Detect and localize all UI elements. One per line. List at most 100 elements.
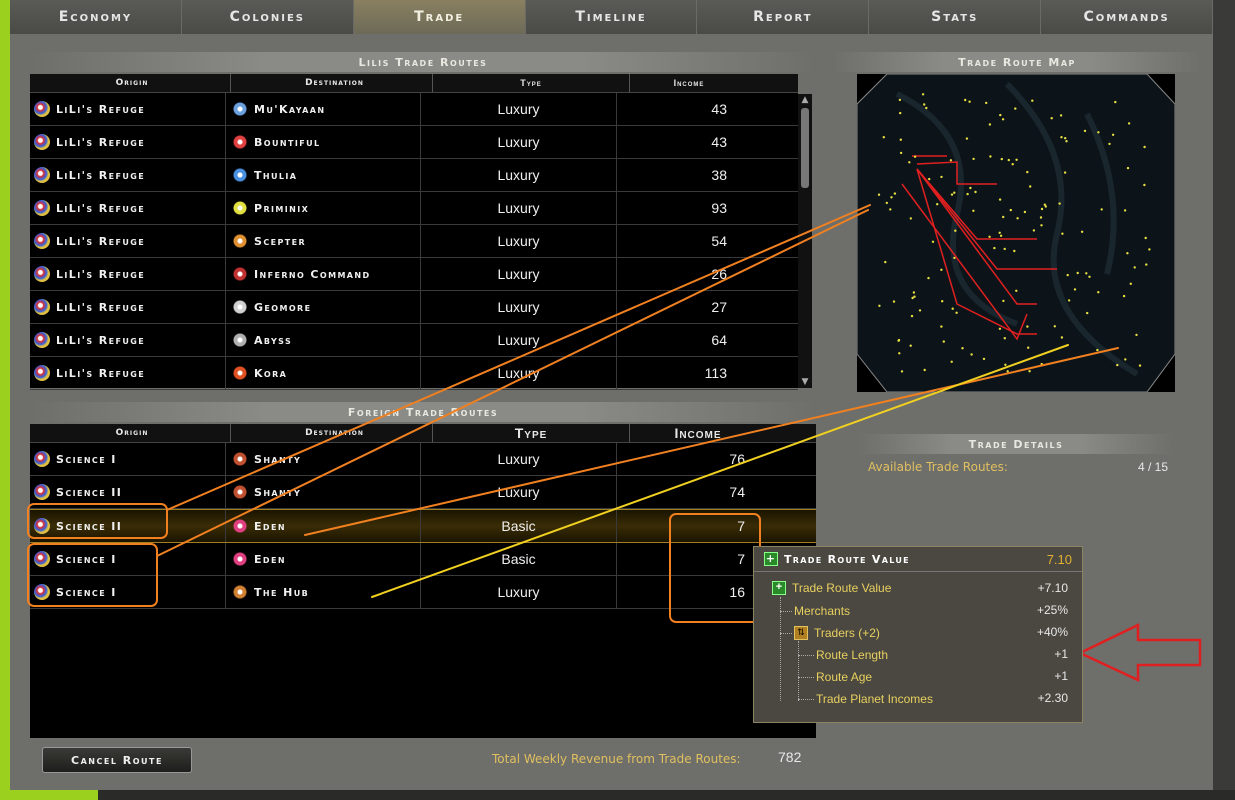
origin-cell: LiLi's Refuge <box>30 291 226 323</box>
scroll-down-icon[interactable]: ▼ <box>798 376 812 388</box>
star-system-dot <box>1123 209 1127 212</box>
table-row[interactable]: Science II Eden Basic 7 <box>30 509 816 543</box>
tooltip-row-amount: +1 <box>1054 669 1068 683</box>
left-edge-strip <box>0 0 10 800</box>
faction-icon <box>232 233 248 249</box>
table-row[interactable]: Science II Shanty Luxury 74 <box>30 476 816 509</box>
cancel-route-button[interactable]: Cancel Route <box>42 747 192 773</box>
col-income[interactable]: Income <box>630 74 748 92</box>
faction-icon <box>232 484 248 500</box>
table-row[interactable]: LiLi's Refuge Scepter Luxury 54 <box>30 225 798 258</box>
table-row[interactable]: LiLi's Refuge Geomore Luxury 27 <box>30 291 798 324</box>
table-row[interactable]: LiLi's Refuge Abyss Luxury 64 <box>30 324 798 357</box>
faction-icon <box>232 134 248 150</box>
origin-name: Science I <box>56 585 117 599</box>
table-row[interactable]: LiLi's Refuge Thulia Luxury 38 <box>30 159 798 192</box>
star-system-dot <box>989 155 992 158</box>
col-income[interactable]: Income <box>630 424 766 442</box>
table-row[interactable]: LiLi's Refuge Mu'Kayaan Luxury 43 <box>30 93 798 126</box>
scroll-up-icon[interactable]: ▲ <box>798 94 812 106</box>
table-row[interactable]: Science I Eden Basic 7 <box>30 543 816 576</box>
destination-name: Geomore <box>254 300 312 314</box>
star-system-dot <box>878 304 881 307</box>
table-row[interactable]: Science I The Hub Luxury 16 <box>30 576 816 609</box>
traders-icon: ⇅ <box>794 626 808 640</box>
type-cell: Luxury <box>421 576 617 608</box>
destination-name: Scepter <box>254 234 307 248</box>
star-system-dot <box>925 106 928 110</box>
planet-icon <box>34 332 50 348</box>
star-system-dot <box>899 138 902 141</box>
origin-cell: LiLi's Refuge <box>30 324 226 356</box>
star-system-dot <box>921 93 925 96</box>
income-cell: 16 <box>729 584 745 600</box>
faction-icon <box>232 551 248 567</box>
trade-route-map[interactable] <box>857 74 1175 392</box>
available-routes-value: 4 / 15 <box>1137 460 1168 474</box>
col-destination[interactable]: Destination <box>231 424 433 442</box>
table-row[interactable]: LiLi's Refuge Inferno Command Luxury 26 <box>30 258 798 291</box>
star-system-dot <box>950 193 954 196</box>
origin-name: LiLi's Refuge <box>56 267 146 281</box>
origin-name: Science II <box>56 519 123 533</box>
faction-icon <box>232 451 248 467</box>
destination-cell: Scepter <box>226 225 421 257</box>
tab-timeline[interactable]: Timeline <box>526 0 698 34</box>
income-cell: 7 <box>737 551 745 567</box>
star-system-dot <box>1085 272 1088 275</box>
type-cell: Basic <box>421 543 617 575</box>
col-origin[interactable]: Origin <box>30 74 231 92</box>
table-row[interactable]: LiLi's Refuge Kora Luxury 113 <box>30 357 798 390</box>
star-system-dot <box>1027 346 1030 349</box>
planet-icon <box>34 551 50 567</box>
destination-cell: Abyss <box>226 324 421 356</box>
star-system-dot <box>988 235 991 238</box>
table-row[interactable]: LiLi's Refuge Bountiful Luxury 43 <box>30 126 798 159</box>
foreign-routes-title: Foreign Trade Routes <box>30 402 816 422</box>
foreign-routes-rows: Science I Shanty Luxury 76 Science II Shanty L… <box>30 443 816 609</box>
star-system-dot <box>1144 236 1147 240</box>
total-revenue-label: Total Weekly Revenue from Trade Routes: <box>492 752 741 766</box>
tab-commands[interactable]: Commands <box>1041 0 1214 34</box>
star-system-dot <box>1002 215 1005 219</box>
table-row[interactable]: Science I Shanty Luxury 76 <box>30 443 816 476</box>
faction-icon <box>232 365 248 381</box>
star-system-dot <box>1061 232 1064 235</box>
tooltip-row-amount: +7.10 <box>1037 581 1068 595</box>
star-system-dot <box>1053 325 1056 328</box>
type-cell: Luxury <box>421 324 617 356</box>
star-system-dot <box>928 177 931 181</box>
tab-report[interactable]: Report <box>697 0 870 34</box>
col-destination[interactable]: Destination <box>231 74 433 92</box>
star-system-dot <box>1067 299 1071 302</box>
tooltip-row-planet-incomes: Trade Planet Incomes <box>816 692 933 706</box>
foreign-routes-table: Origin Destination Type Income Science I… <box>30 424 816 738</box>
star-system-dot <box>1148 248 1151 251</box>
origin-cell: Science I <box>30 543 226 575</box>
destination-cell: Eden <box>226 543 421 575</box>
tree-connector <box>780 597 781 701</box>
col-type[interactable]: Type <box>433 74 630 92</box>
tab-economy[interactable]: Economy <box>10 0 182 34</box>
type-cell: Luxury <box>421 258 617 290</box>
star-system-dot <box>899 111 902 115</box>
col-type[interactable]: Type <box>433 424 630 442</box>
origin-cell: Science I <box>30 443 226 475</box>
origin-cell: Science I <box>30 576 226 608</box>
tab-colonies[interactable]: Colonies <box>182 0 354 34</box>
star-system-dot <box>892 300 896 303</box>
star-system-dot <box>890 196 893 199</box>
col-origin[interactable]: Origin <box>30 424 231 442</box>
tab-trade[interactable]: Trade <box>353 0 526 34</box>
own-routes-scrollbar[interactable]: ▲ ▼ <box>798 94 812 388</box>
star-system-dot <box>941 300 944 303</box>
star-system-dot <box>893 192 897 195</box>
origin-name: Science II <box>56 485 123 499</box>
star-system-dot <box>908 161 911 164</box>
origin-name: LiLi's Refuge <box>56 201 146 215</box>
origin-name: LiLi's Refuge <box>56 102 146 116</box>
table-row[interactable]: LiLi's Refuge Priminix Luxury 93 <box>30 192 798 225</box>
star-system-dot <box>936 203 939 206</box>
tab-stats[interactable]: Stats <box>869 0 1042 34</box>
scrollbar-thumb[interactable] <box>801 108 809 188</box>
